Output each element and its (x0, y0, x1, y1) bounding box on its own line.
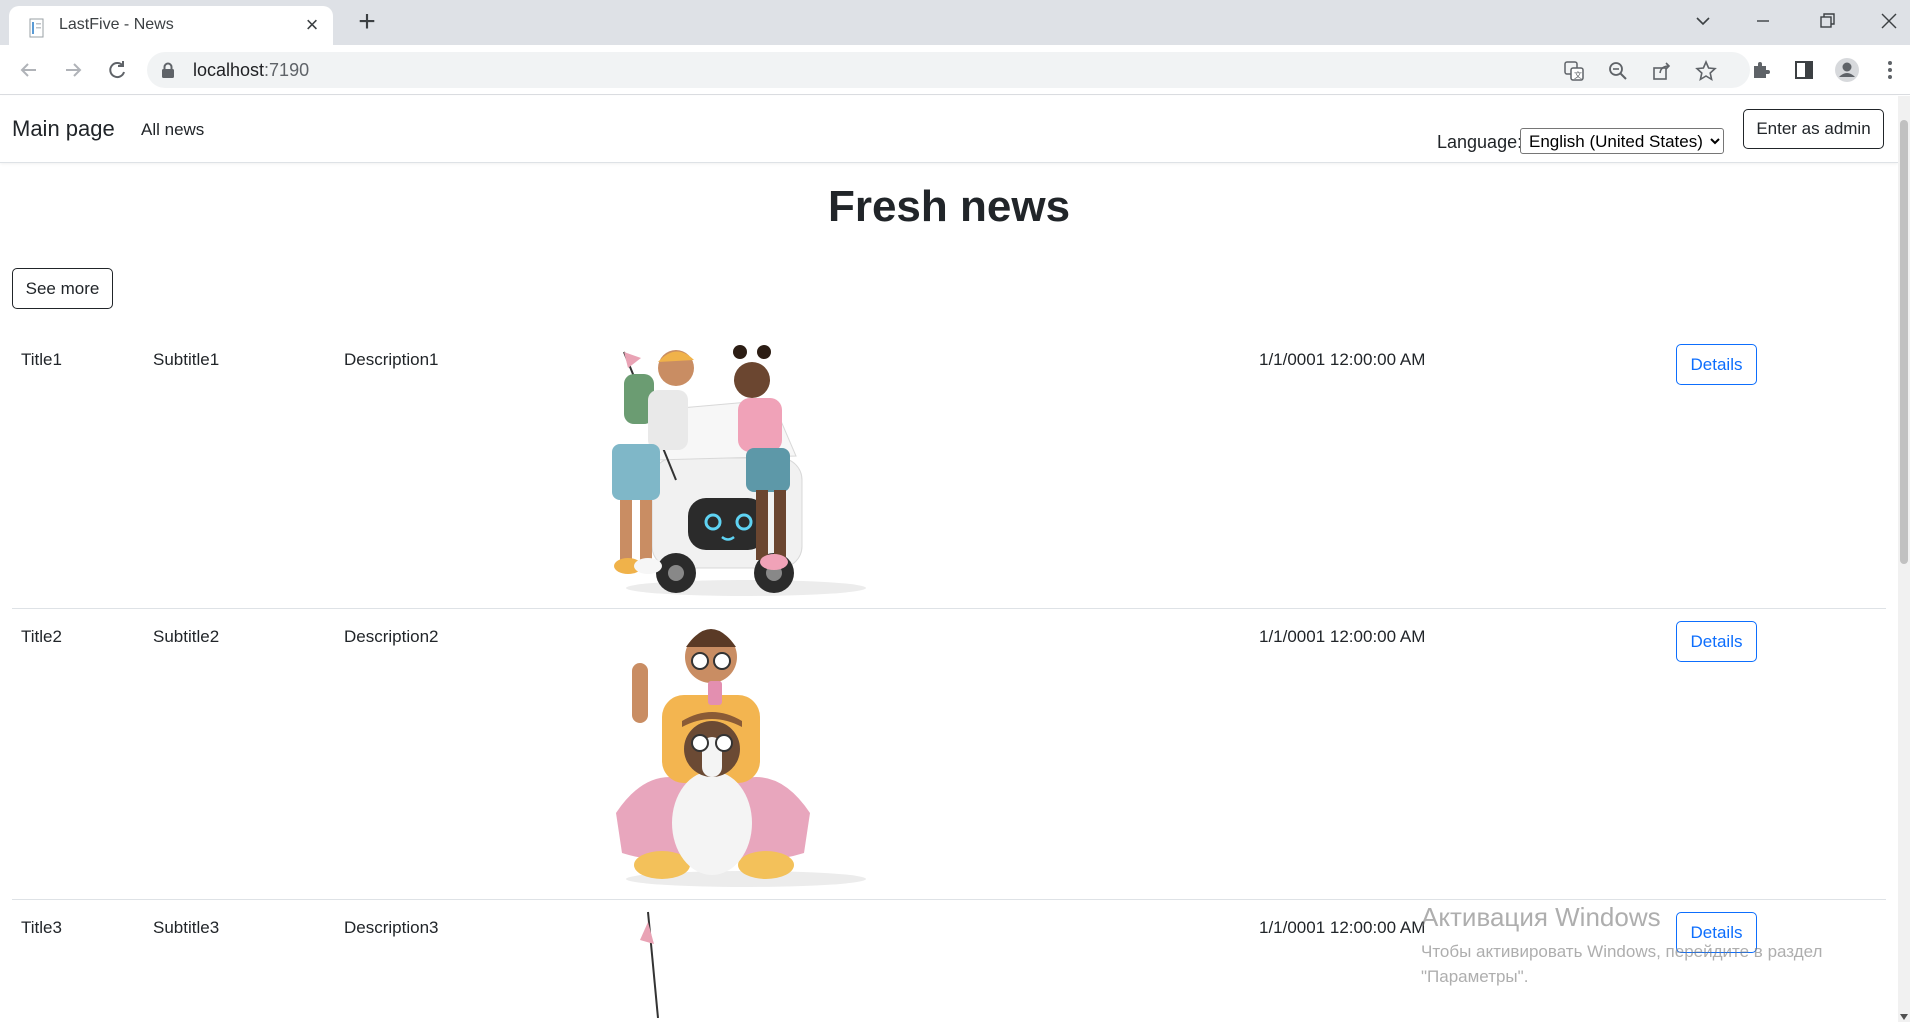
share-icon[interactable] (1651, 60, 1673, 82)
scroll-down-arrow-icon[interactable] (1900, 1014, 1908, 1020)
enter-as-admin-button[interactable]: Enter as admin (1743, 109, 1884, 149)
browser-menu-icon[interactable] (1876, 56, 1904, 84)
lock-icon[interactable] (161, 62, 175, 78)
profile-avatar-icon[interactable] (1833, 56, 1861, 84)
side-panel-icon[interactable] (1790, 56, 1818, 84)
zoom-icon[interactable] (1607, 60, 1629, 82)
watermark-title: Активация Windows (1421, 902, 1661, 932)
tab-title: LastFive - News (59, 16, 174, 33)
address-bar[interactable]: localhost:7190 文 (147, 52, 1750, 88)
tab-search-chevron-icon[interactable] (1688, 6, 1718, 36)
browser-toolbar: localhost:7190 文 (0, 45, 1910, 95)
close-window-icon[interactable] (1874, 6, 1904, 36)
forward-icon[interactable] (58, 55, 88, 85)
bookmark-star-icon[interactable] (1695, 60, 1717, 82)
new-tab-icon[interactable]: + (352, 7, 382, 38)
news-image-person-with-dog (616, 629, 866, 887)
table-row: Title1 Subtitle1 Description1 1/1/0001 1… (12, 332, 1886, 609)
minimize-icon[interactable] (1748, 6, 1778, 36)
page-scrollbar[interactable] (1898, 96, 1910, 1022)
language-select[interactable]: English (United States) (1520, 128, 1724, 154)
news-image-delivery-robot (612, 345, 866, 596)
language-label: Language: (1437, 132, 1523, 152)
see-more-button[interactable]: See more (12, 268, 113, 309)
news-description: Description1 (344, 350, 439, 369)
browser-tab[interactable]: LastFive - News × (9, 6, 333, 45)
news-title: Title1 (21, 350, 62, 369)
news-date: 1/1/0001 12:00:00 AM (1259, 918, 1426, 937)
news-image-flag (640, 911, 659, 1018)
url-text[interactable]: localhost:7190 (193, 60, 309, 81)
details-button[interactable]: Details (1676, 621, 1757, 662)
svg-text:文: 文 (1574, 70, 1582, 80)
site-navbar: Main page All news Language: English (Un… (0, 96, 1898, 163)
details-button[interactable]: Details (1676, 344, 1757, 385)
scrollbar-thumb[interactable] (1900, 120, 1908, 564)
extensions-icon[interactable] (1747, 56, 1775, 84)
news-subtitle: Subtitle1 (153, 350, 220, 369)
browser-tab-strip: LastFive - News × + (0, 0, 1910, 45)
nav-all-news-link[interactable]: All news (141, 120, 204, 140)
news-description: Description3 (344, 918, 439, 937)
restore-icon[interactable] (1812, 6, 1842, 36)
translate-icon[interactable]: 文 (1563, 60, 1585, 82)
windows-activation-watermark: Активация Windows Чтобы активировать Win… (1421, 902, 1891, 989)
watermark-text: Чтобы активировать Windows, перейдите в … (1421, 942, 1823, 986)
reload-icon[interactable] (102, 55, 132, 85)
page-favicon-icon (29, 18, 44, 38)
news-title: Title3 (21, 918, 62, 937)
news-subtitle: Subtitle2 (153, 627, 220, 646)
tab-close-icon[interactable]: × (301, 14, 323, 37)
news-date: 1/1/0001 12:00:00 AM (1259, 350, 1426, 369)
back-icon[interactable] (14, 55, 44, 85)
brand-link[interactable]: Main page (12, 116, 115, 142)
news-description: Description2 (344, 627, 439, 646)
page-title: Fresh news (827, 182, 1071, 231)
news-title: Title2 (21, 627, 62, 646)
news-date: 1/1/0001 12:00:00 AM (1259, 627, 1426, 646)
page-content: Main page All news Language: English (Un… (0, 96, 1898, 1022)
table-row: Title2 Subtitle2 Description2 1/1/0001 1… (12, 609, 1886, 900)
news-subtitle: Subtitle3 (153, 918, 220, 937)
